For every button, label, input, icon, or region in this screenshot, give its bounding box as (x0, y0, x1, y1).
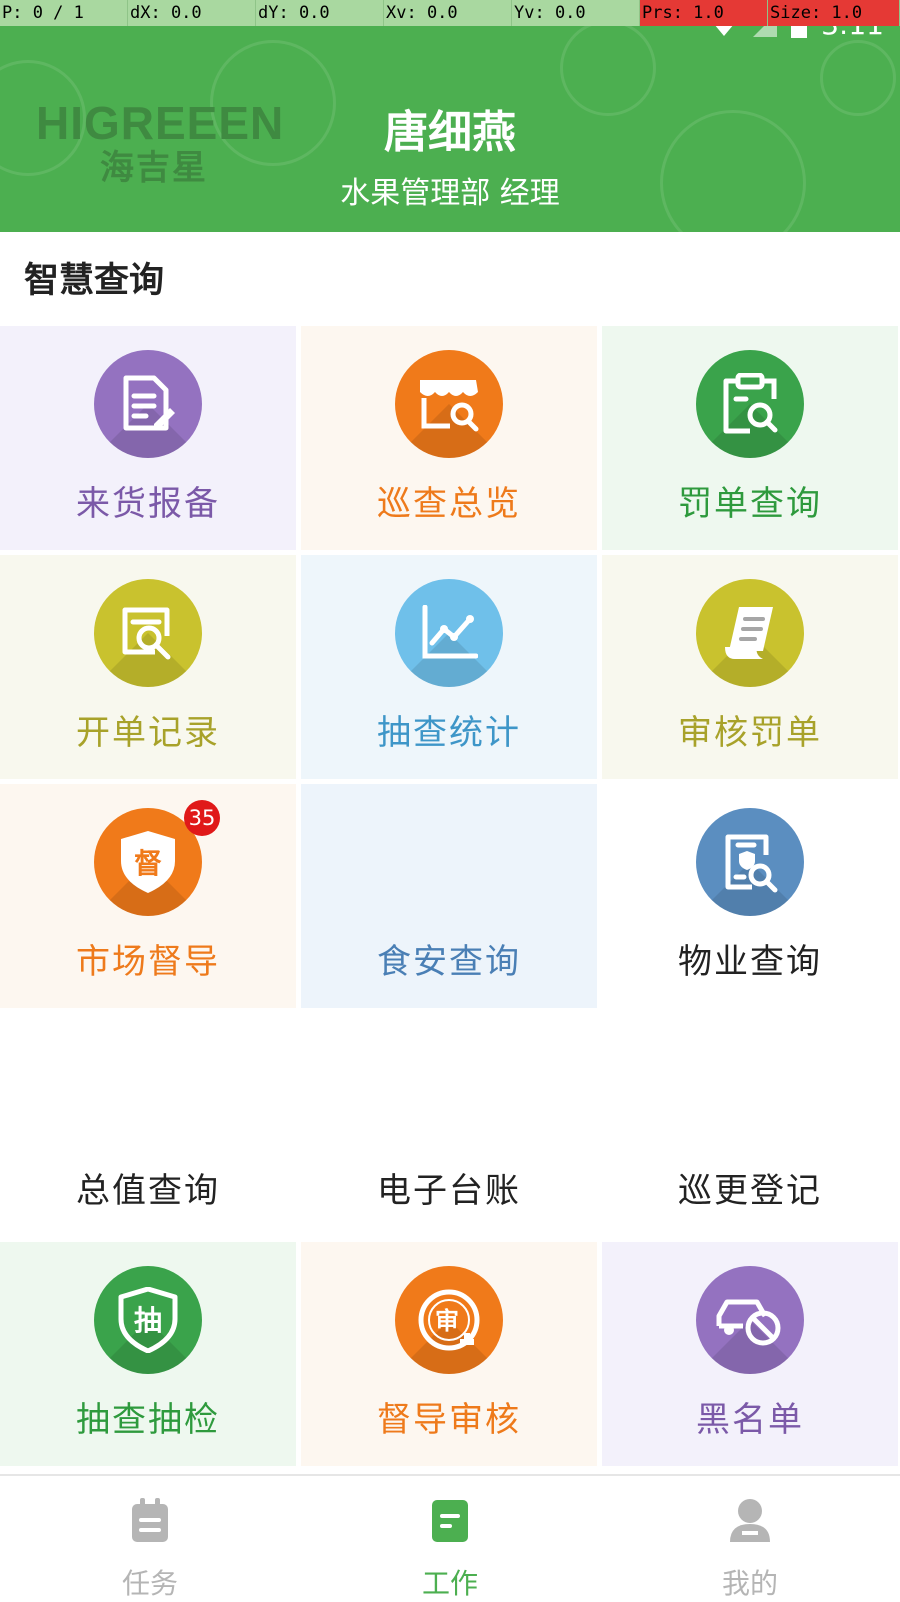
record-search-icon (94, 579, 202, 687)
pointer-debug-overlay: P: 0 / 1 dX: 0.0 dY: 0.0 Xv: 0.0 Yv: 0.0… (0, 0, 900, 26)
tile-supervision-review[interactable]: 审 督导审核 (301, 1242, 597, 1466)
tile-market-supervision[interactable]: 35 督 市场督导 (0, 784, 296, 1008)
line-chart-icon (395, 579, 503, 687)
tile-blacklist[interactable]: 黑名单 (602, 1242, 898, 1466)
tile-food-safety-query[interactable]: 食安查询 (301, 784, 597, 1008)
debug-size: Size: 1.0 (768, 0, 900, 26)
debug-dy: dY: 0.0 (256, 0, 384, 26)
clipboard-search-icon (696, 350, 804, 458)
property-search-icon (696, 808, 804, 916)
tile-spot-inspection[interactable]: 抽 抽查抽检 (0, 1242, 296, 1466)
tile-label: 物业查询 (678, 942, 822, 982)
debug-pressure: Prs: 1.0 (640, 0, 768, 26)
nav-work[interactable]: 工作 (300, 1476, 600, 1602)
bottom-navigation: 任务 工作 我的 (0, 1474, 900, 1602)
tile-label: 开单记录 (76, 713, 220, 753)
tile-order-records[interactable]: 开单记录 (0, 555, 296, 779)
store-search-icon (395, 350, 503, 458)
tile-inspection-overview[interactable]: 巡查总览 (301, 326, 597, 550)
document-icon (430, 1498, 470, 1544)
tile-label: 罚单查询 (678, 484, 822, 524)
tile-label: 巡查总览 (377, 484, 521, 524)
car-blocked-icon (696, 1266, 804, 1374)
document-edit-icon (94, 350, 202, 458)
review-stamp-icon: 审 (395, 1266, 503, 1374)
tile-electronic-ledger[interactable]: 电子台账 (301, 1013, 597, 1237)
user-department: 水果管理部 经理 (340, 176, 560, 211)
tile-label: 抽查统计 (377, 713, 521, 753)
clipboard-icon (130, 1498, 170, 1544)
tile-total-value-query[interactable]: 总值查询 (0, 1013, 296, 1237)
tile-label: 审核罚单 (678, 713, 822, 753)
person-icon (730, 1498, 770, 1544)
nav-label: 任务 (121, 1567, 178, 1600)
tile-patrol-register[interactable]: 巡更登记 (602, 1013, 898, 1237)
tile-label: 黑名单 (696, 1400, 804, 1440)
tile-ticket-review[interactable]: 审核罚单 (602, 555, 898, 779)
tile-label: 食安查询 (377, 942, 521, 982)
profile-header: 3:11 HIGREEEN 海吉星 唐细燕 水果管理部 经理 (0, 0, 900, 232)
notification-badge: 35 (184, 800, 220, 836)
tile-arrival-report[interactable]: 来货报备 (0, 326, 296, 550)
tile-property-query[interactable]: 物业查询 (602, 784, 898, 1008)
tile-label: 来货报备 (76, 484, 220, 524)
nav-me[interactable]: 我的 (600, 1476, 900, 1602)
tile-label: 电子台账 (377, 1171, 521, 1211)
tile-label: 巡更登记 (678, 1171, 822, 1211)
debug-yv: Yv: 0.0 (512, 0, 640, 26)
tile-label: 总值查询 (76, 1171, 220, 1211)
shield-glyph: 督 (134, 847, 162, 880)
debug-dx: dX: 0.0 (128, 0, 256, 26)
debug-pointer: P: 0 / 1 (0, 0, 128, 26)
tile-label: 督导审核 (377, 1400, 521, 1440)
tile-label: 抽查抽检 (76, 1400, 220, 1440)
user-name: 唐细燕 (384, 107, 516, 158)
tile-label: 市场督导 (76, 942, 220, 982)
nav-label: 我的 (721, 1567, 778, 1600)
debug-xv: Xv: 0.0 (384, 0, 512, 26)
tile-spot-check-stats[interactable]: 抽查统计 (301, 555, 597, 779)
spot-check-shield-icon: 抽 (94, 1266, 202, 1374)
tile-ticket-query[interactable]: 罚单查询 (602, 326, 898, 550)
nav-tasks[interactable]: 任务 (0, 1476, 300, 1602)
ticket-list-icon (696, 579, 804, 687)
shield-glyph: 抽 (134, 1304, 162, 1337)
nav-label: 工作 (421, 1567, 478, 1600)
section-title: 智慧查询 (24, 261, 165, 301)
stamp-glyph: 审 (435, 1307, 459, 1335)
